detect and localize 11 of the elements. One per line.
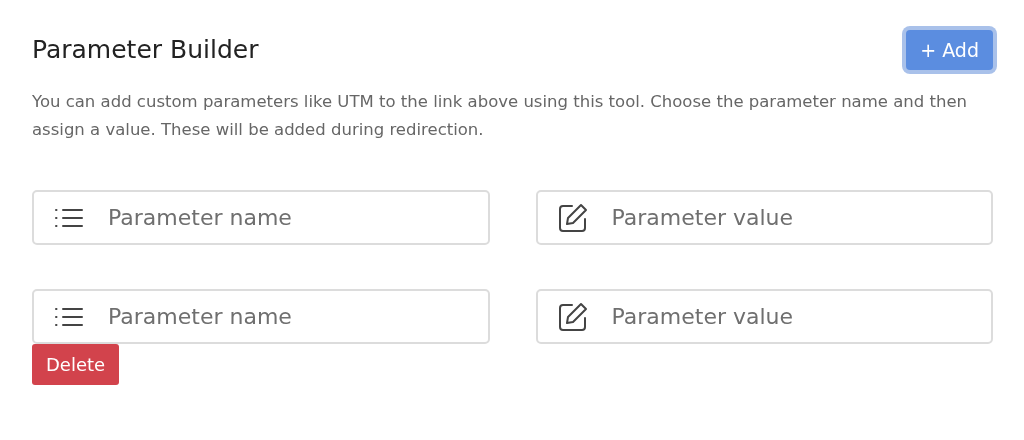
section-title: Parameter Builder [32, 34, 259, 64]
parameter-name-field[interactable]: Parameter name [32, 289, 490, 344]
parameter-value-field[interactable]: Parameter value [535, 190, 993, 245]
description-text: You can add custom parameters like UTM to the link above using this tool. Choose the parameter name and then assign a value. These will be added during redirection. [32, 91, 968, 141]
parameter-name-field[interactable]: Parameter name [32, 190, 490, 245]
list-icon [54, 305, 84, 328]
parameter-value-field[interactable]: Parameter value [535, 289, 993, 344]
list-icon [54, 206, 84, 229]
edit-icon [557, 202, 588, 233]
edit-icon [557, 301, 588, 332]
delete-button[interactable]: Delete [32, 344, 120, 385]
